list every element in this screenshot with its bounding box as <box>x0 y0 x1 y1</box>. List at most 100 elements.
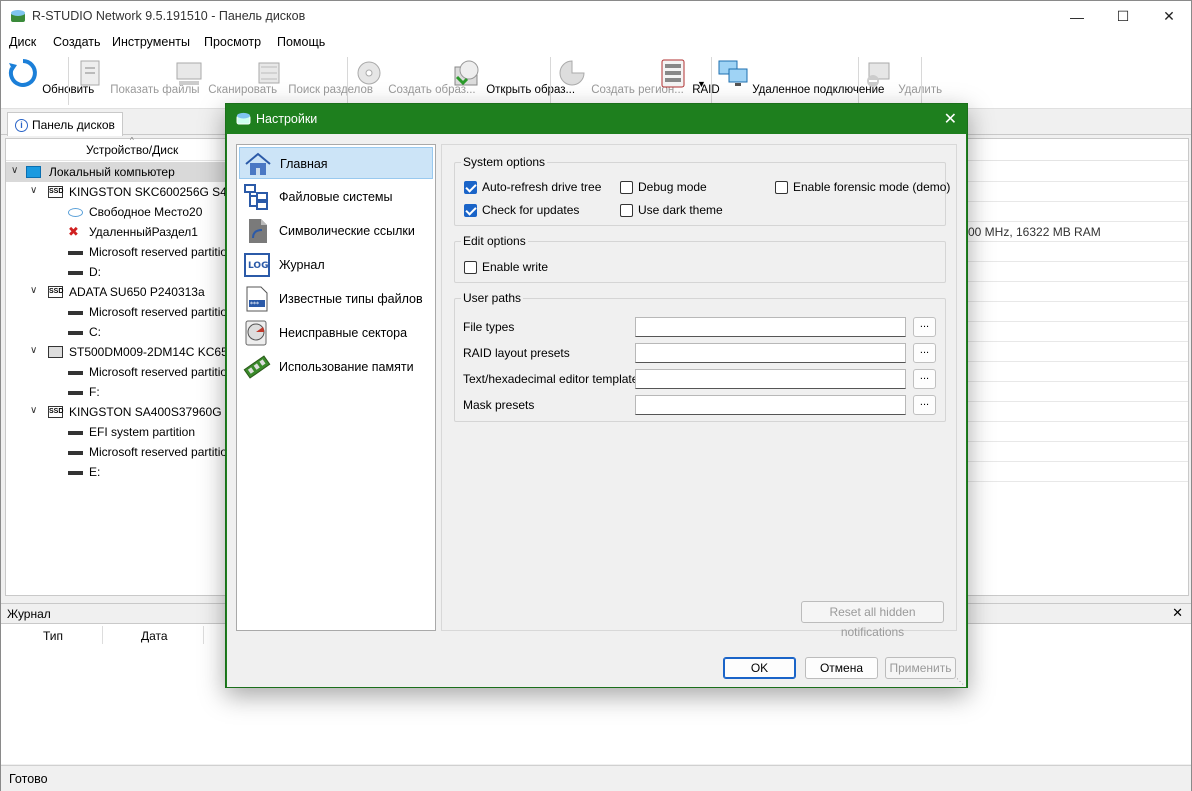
mask-presets-browse-button[interactable]: ... <box>913 395 936 415</box>
menu-tools[interactable]: Инструменты <box>112 35 190 49</box>
create-region-icon <box>559 60 585 86</box>
minimize-button[interactable]: — <box>1054 1 1100 32</box>
nav-item-bad-sectors[interactable]: Неисправные сектора <box>239 317 433 349</box>
tree-row[interactable]: Microsoft reserved partition <box>6 442 228 462</box>
expand-chevron-icon[interactable]: ∨ <box>11 165 18 176</box>
scan-button[interactable]: Сканировать <box>173 57 277 107</box>
tree-row[interactable]: D: <box>6 262 228 282</box>
resize-grip-icon[interactable]: ⋱ <box>956 677 964 686</box>
menu-view[interactable]: Просмотр <box>204 35 261 49</box>
apply-button[interactable]: Применить <box>885 657 956 679</box>
checkbox-box <box>464 204 477 217</box>
create-image-button[interactable]: Создать образ... <box>353 57 476 107</box>
tree-row-label: EFI system partition <box>89 425 196 439</box>
dialog-app-icon <box>236 112 251 125</box>
checkbox-box <box>775 181 788 194</box>
mask-presets-path-input[interactable] <box>635 395 906 415</box>
tree-row[interactable]: ∨ Локальный компьютер <box>6 162 228 182</box>
open-image-button[interactable]: Открыть образ... <box>451 57 575 107</box>
tree-row[interactable]: ∨ ST500DM009-2DM14C KC65 <box>6 342 228 362</box>
raid-presets-browse-button[interactable]: ... <box>913 343 936 363</box>
tab-drive-panel[interactable]: i Панель дисков <box>7 112 123 136</box>
tree-row-label: Microsoft reserved partition <box>89 245 228 259</box>
delete-button[interactable]: Удалить <box>863 57 942 107</box>
dialog-title: Настройки <box>256 112 318 126</box>
nav-item-log[interactable]: LOG Журнал <box>239 249 433 281</box>
tree-row[interactable]: E: <box>6 462 228 482</box>
partition-icon <box>68 311 83 315</box>
raid-presets-path-input[interactable] <box>635 343 906 363</box>
close-window-button[interactable]: ✕ <box>1146 1 1192 32</box>
tree-row[interactable]: Свободное Место20 <box>6 202 228 222</box>
partition-icon <box>68 391 83 395</box>
tree-row[interactable]: ∨ SSD ADATA SU650 P240313a <box>6 282 228 302</box>
tree-row[interactable]: Microsoft reserved partition <box>6 242 228 262</box>
toolbar: Обновить Показать файлы Сканировать Поис… <box>1 53 1191 109</box>
title-bar: R-STUDIO Network 9.5.191510 - Панель дис… <box>1 1 1191 32</box>
file-systems-icon <box>244 184 268 210</box>
checkbox-box <box>620 181 633 194</box>
find-partitions-button[interactable]: Поиск разделов <box>253 57 373 107</box>
nav-item-main[interactable]: Главная <box>239 147 433 179</box>
journal-title: Журнал <box>7 607 51 621</box>
window-title: R-STUDIO Network 9.5.191510 - Панель дис… <box>32 9 306 23</box>
dialog-close-button[interactable]: ✕ <box>944 109 957 129</box>
refresh-button[interactable]: Обновить <box>7 57 94 107</box>
maximize-button[interactable]: ☐ <box>1100 1 1146 32</box>
menu-disk[interactable]: Диск <box>9 35 36 49</box>
reset-notifications-button[interactable]: Reset all hidden notifications <box>801 601 944 639</box>
nav-item-symlinks[interactable]: Символические ссылки <box>239 215 433 247</box>
show-files-button[interactable]: Показать файлы <box>75 57 200 107</box>
file-types-browse-button[interactable]: ... <box>913 317 936 337</box>
tree-row[interactable]: C: <box>6 322 228 342</box>
home-icon <box>245 152 271 175</box>
tree-row[interactable]: ✖ УдаленныйРаздел1 <box>6 222 228 242</box>
scan-icon <box>176 62 202 85</box>
expand-chevron-icon[interactable]: ∨ <box>30 345 37 356</box>
menu-create[interactable]: Создать <box>53 35 101 49</box>
tree-row-label: ST500DM009-2DM14C KC65 <box>69 345 228 359</box>
free-space-icon <box>68 208 83 217</box>
nav-item-memory-usage[interactable]: Использование памяти <box>239 351 433 383</box>
file-types-path-input[interactable] <box>635 317 906 337</box>
dialog-body: Главная Файловые системы Символические с… <box>227 134 966 687</box>
raid-dropdown-arrow-icon[interactable]: ▼ <box>697 79 706 89</box>
system-options-title: System options <box>461 155 548 169</box>
menu-help[interactable]: Помощь <box>277 35 325 49</box>
tree-row[interactable]: ∨ SSD KINGSTON SA400S37960G SBF <box>6 402 228 422</box>
tree-column-device[interactable]: Устройство/Диск <box>86 143 178 157</box>
editor-templates-path-input[interactable] <box>635 369 906 389</box>
remote-connection-button[interactable]: Удаленное подключение <box>717 57 884 107</box>
expand-chevron-icon[interactable]: ∨ <box>30 405 37 416</box>
tree-row-label: KINGSTON SKC600256G S4500 <box>69 185 228 199</box>
mask-presets-path-label: Mask presets <box>463 398 535 412</box>
tree-row-label: Microsoft reserved partition <box>89 365 228 379</box>
cancel-button[interactable]: Отмена <box>805 657 878 679</box>
file-types-path-label: File types <box>463 320 515 334</box>
journal-column-date[interactable]: Дата <box>141 629 168 643</box>
tree-row-label: Microsoft reserved partition <box>89 305 228 319</box>
expand-chevron-icon[interactable]: ∨ <box>30 185 37 196</box>
create-region-button[interactable]: Создать регион... <box>556 57 684 107</box>
tree-row[interactable]: F: <box>6 382 228 402</box>
checkbox-box <box>464 261 477 274</box>
expand-chevron-icon[interactable]: ∨ <box>30 285 37 296</box>
nav-item-known-file-types[interactable]: *** Известные типы файлов <box>239 283 433 315</box>
tree-row[interactable]: Microsoft reserved partition <box>6 362 228 382</box>
find-partitions-icon <box>258 62 280 84</box>
svg-text:***: *** <box>250 301 259 308</box>
editor-templates-browse-button[interactable]: ... <box>913 369 936 389</box>
tree-row[interactable]: Microsoft reserved partition <box>6 302 228 322</box>
partition-icon <box>68 251 83 255</box>
ssd-drive-icon: SSD <box>48 186 63 198</box>
dialog-title-bar: Настройки ✕ <box>226 104 967 134</box>
tree-row[interactable]: ∨ SSD KINGSTON SKC600256G S4500 <box>6 182 228 202</box>
ok-button[interactable]: OK <box>723 657 796 679</box>
nav-item-file-systems[interactable]: Файловые системы <box>239 181 433 213</box>
status-bar: Готово <box>1 765 1191 791</box>
journal-column-type[interactable]: Тип <box>43 629 63 643</box>
raid-button[interactable]: RAID <box>657 57 720 107</box>
settings-nav: Главная Файловые системы Символические с… <box>236 144 436 631</box>
tree-row[interactable]: EFI system partition <box>6 422 228 442</box>
journal-close-icon[interactable]: ✕ <box>1172 605 1183 621</box>
